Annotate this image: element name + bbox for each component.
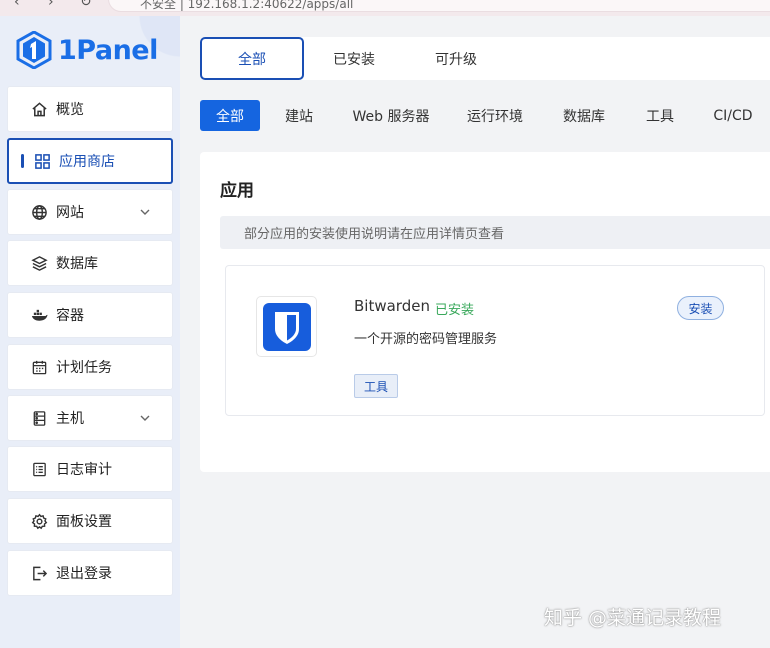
tab-all[interactable]: 全部 — [200, 37, 304, 80]
globe-icon — [30, 203, 48, 221]
sidebar-item-logout[interactable]: 退出登录 — [7, 550, 173, 596]
chevron-down-icon — [140, 209, 150, 215]
category-tab-all[interactable]: 全部 — [200, 100, 260, 131]
layers-icon — [30, 254, 48, 272]
sidebar-item-host[interactable]: 主机 — [7, 395, 173, 441]
sidebar-item-label: 应用商店 — [59, 154, 115, 170]
log-icon — [30, 460, 48, 478]
category-tab-cicd[interactable]: CI/CD — [708, 100, 758, 131]
notice-banner: 部分应用的安装使用说明请在应用详情页查看 — [220, 216, 770, 249]
sidebar-item-label: 退出登录 — [56, 566, 112, 582]
top-tabs: 全部 已安装 可升级 — [200, 37, 770, 80]
sidebar-item-overview[interactable]: 概览 — [7, 86, 173, 132]
app-description: 一个开源的密码管理服务 — [354, 332, 498, 347]
app-icon — [256, 296, 317, 357]
1panel-logo-icon — [16, 31, 52, 69]
tab-installed[interactable]: 已安装 — [318, 37, 390, 80]
bitwarden-shield-icon — [262, 302, 311, 351]
sidebar-item-label: 日志审计 — [56, 462, 112, 478]
app-name[interactable]: Bitwarden — [354, 297, 430, 315]
sidebar-item-label: 面板设置 — [56, 514, 112, 530]
sidebar-item-scheduled-tasks[interactable]: 计划任务 — [7, 344, 173, 390]
sidebar-item-label: 主机 — [56, 411, 84, 427]
tab-upgradable[interactable]: 可升级 — [420, 37, 492, 80]
docker-icon — [30, 306, 48, 324]
sidebar-item-log-audit[interactable]: 日志审计 — [7, 446, 173, 492]
watermark: 知乎 @菜通记录教程 — [544, 607, 722, 629]
logout-icon — [30, 564, 48, 582]
category-tab-runtime[interactable]: 运行环境 — [460, 100, 530, 131]
category-tab-tools[interactable]: 工具 — [638, 100, 682, 131]
server-icon — [30, 409, 48, 427]
forward-icon[interactable]: › — [48, 0, 54, 10]
brand-name: 1Panel — [58, 34, 158, 66]
sidebar-item-label: 容器 — [56, 308, 84, 324]
gear-icon — [30, 512, 48, 530]
section-title: 应用 — [220, 181, 254, 201]
app-card[interactable]: Bitwarden 已安装 安装 一个开源的密码管理服务 工具 — [225, 265, 765, 416]
back-icon[interactable]: ‹ — [14, 0, 20, 10]
sidebar-item-container[interactable]: 容器 — [7, 292, 173, 338]
calendar-icon — [30, 358, 48, 376]
sidebar-item-panel-settings[interactable]: 面板设置 — [7, 498, 173, 544]
notice-text: 部分应用的安装使用说明请在应用详情页查看 — [244, 227, 505, 242]
reload-icon[interactable]: ↻ — [80, 0, 92, 10]
home-icon — [30, 100, 48, 118]
sidebar-item-label: 数据库 — [56, 256, 98, 272]
logo[interactable]: 1Panel — [16, 30, 158, 70]
sidebar-item-database[interactable]: 数据库 — [7, 240, 173, 286]
sidebar-item-label: 网站 — [56, 205, 84, 221]
installed-status: 已安装 — [435, 303, 475, 318]
grid-icon — [33, 152, 51, 170]
install-button[interactable]: 安装 — [677, 296, 724, 320]
category-tab-web-server[interactable]: Web 服务器 — [346, 100, 436, 131]
browser-toolbar: ‹ › ↻ 不安全 | 192.168.1.2:40622/apps/all — [0, 0, 770, 16]
sidebar-item-label: 概览 — [56, 102, 84, 118]
category-tab-database[interactable]: 数据库 — [556, 100, 612, 131]
address-bar-text: 不安全 | 192.168.1.2:40622/apps/all — [140, 0, 354, 11]
active-indicator — [21, 154, 24, 168]
sidebar-item-website[interactable]: 网站 — [7, 189, 173, 235]
chevron-down-icon — [140, 415, 150, 421]
sidebar-item-app-store[interactable]: 应用商店 — [7, 138, 173, 184]
sidebar-item-label: 计划任务 — [56, 360, 112, 376]
category-tab-website[interactable]: 建站 — [277, 100, 321, 131]
app-tag: 工具 — [354, 374, 398, 398]
apps-panel: 应用 部分应用的安装使用说明请在应用详情页查看 Bitwarden 已安装 安装… — [200, 152, 770, 472]
